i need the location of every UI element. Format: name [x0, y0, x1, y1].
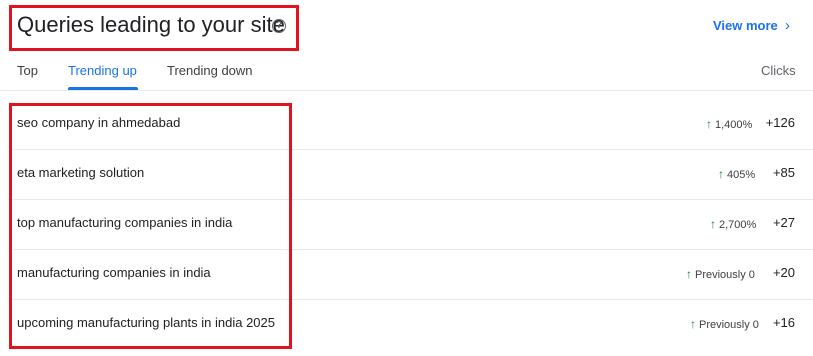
- clicks-value: +27: [772, 215, 795, 230]
- tabs-divider: [0, 90, 813, 91]
- arrow-up-icon: ↑: [686, 267, 692, 281]
- clicks-column-header: Clicks: [761, 63, 796, 78]
- arrow-up-icon: ↑: [710, 217, 716, 231]
- chevron-right-icon[interactable]: ›: [785, 17, 790, 34]
- tab-trending-up[interactable]: Trending up: [68, 63, 137, 78]
- trend-value: ↑ Previously 0: [690, 317, 759, 331]
- view-more-link[interactable]: View more: [713, 18, 778, 33]
- clicks-value: +126: [765, 115, 795, 130]
- arrow-up-icon: ↑: [706, 117, 712, 131]
- tab-trending-down[interactable]: Trending down: [167, 63, 253, 78]
- queries-highlight-box: [9, 103, 292, 349]
- tab-top[interactable]: Top: [17, 63, 38, 78]
- clicks-value: +20: [772, 265, 795, 280]
- trend-value: ↑ 2,700%: [710, 217, 757, 231]
- section-title: Queries leading to your site: [17, 12, 285, 37]
- trend-value: ↑ Previously 0: [686, 267, 755, 281]
- help-icon[interactable]: ?: [272, 19, 286, 33]
- arrow-up-icon: ↑: [690, 317, 696, 331]
- clicks-value: +16: [772, 315, 795, 330]
- trend-value: ↑ 1,400%: [706, 117, 753, 131]
- trend-value: ↑ 405%: [718, 167, 756, 181]
- arrow-up-icon: ↑: [718, 167, 724, 181]
- clicks-value: +85: [772, 165, 795, 180]
